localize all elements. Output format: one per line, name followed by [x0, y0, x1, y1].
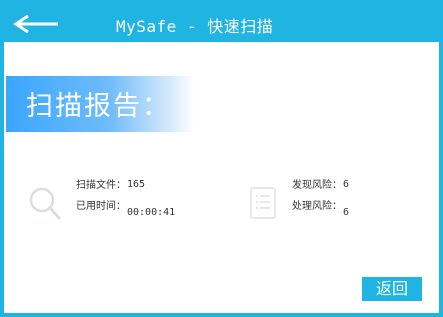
elapsed-time-label: 已用时间：: [76, 201, 126, 212]
report-banner: 扫描报告：: [6, 76, 194, 132]
report-title: 扫描报告：: [26, 91, 171, 122]
back-arrow-icon[interactable]: [12, 14, 60, 34]
title-bar: MySafe - 快速扫描: [4, 4, 439, 42]
risks-found-label: 发现风险：: [292, 180, 342, 191]
app-window: MySafe - 快速扫描 扫描报告： 扫描文件： 165 已用时间： 00:0…: [0, 0, 443, 317]
scanned-files-value: 165: [127, 179, 146, 190]
risks-handled-value: 6: [343, 207, 350, 218]
elapsed-time-value: 00:00:41: [127, 207, 176, 218]
search-icon: [28, 186, 62, 222]
scanned-files-label: 扫描文件：: [76, 180, 126, 191]
risks-handled-label: 处理风险：: [292, 201, 342, 212]
risks-found-value: 6: [343, 179, 350, 190]
document-icon: [249, 186, 279, 220]
window-title: MySafe - 快速扫描: [116, 17, 274, 36]
back-button[interactable]: 返回: [362, 277, 422, 301]
